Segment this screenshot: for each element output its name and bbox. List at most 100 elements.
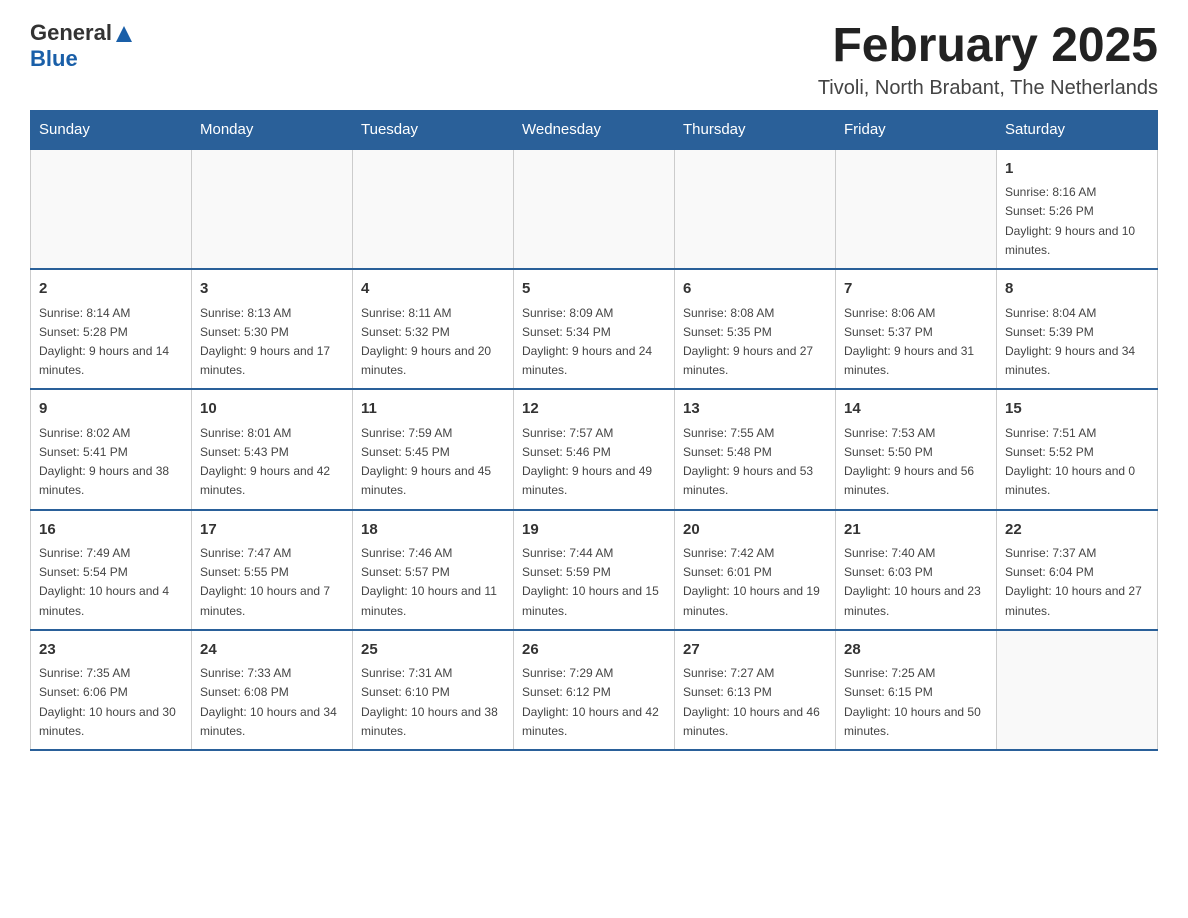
logo: General Blue — [30, 20, 134, 72]
day-number: 20 — [683, 519, 827, 542]
col-sunday: Sunday — [31, 110, 192, 149]
month-title: February 2025 — [818, 20, 1158, 73]
day-number: 12 — [522, 398, 666, 421]
day-number: 7 — [844, 278, 988, 301]
day-info: Sunrise: 7:29 AMSunset: 6:12 PMDaylight:… — [522, 664, 666, 741]
logo-text-blue: Blue — [30, 46, 78, 72]
table-row — [514, 149, 675, 269]
day-info: Sunrise: 7:55 AMSunset: 5:48 PMDaylight:… — [683, 424, 827, 501]
table-row — [675, 149, 836, 269]
table-row — [192, 149, 353, 269]
day-info: Sunrise: 7:37 AMSunset: 6:04 PMDaylight:… — [1005, 544, 1149, 621]
day-number: 3 — [200, 278, 344, 301]
calendar-week-row: 9 Sunrise: 8:02 AMSunset: 5:41 PMDaylight… — [31, 389, 1158, 509]
table-row: 15Sunrise: 7:51 AMSunset: 5:52 PMDayligh… — [997, 389, 1158, 509]
day-info: Sunrise: 7:42 AMSunset: 6:01 PMDaylight:… — [683, 544, 827, 621]
day-info: Sunrise: 8:06 AMSunset: 5:37 PMDaylight:… — [844, 304, 988, 381]
day-number: 24 — [200, 639, 344, 662]
col-tuesday: Tuesday — [353, 110, 514, 149]
location-subtitle: Tivoli, North Brabant, The Netherlands — [818, 77, 1158, 100]
day-number: 26 — [522, 639, 666, 662]
day-info: Sunrise: 7:35 AMSunset: 6:06 PMDaylight:… — [39, 664, 183, 741]
day-info: Sunrise: 7:46 AMSunset: 5:57 PMDaylight:… — [361, 544, 505, 621]
table-row — [31, 149, 192, 269]
table-row: 23Sunrise: 7:35 AMSunset: 6:06 PMDayligh… — [31, 630, 192, 750]
table-row: 22Sunrise: 7:37 AMSunset: 6:04 PMDayligh… — [997, 510, 1158, 630]
day-info: Sunrise: 7:57 AMSunset: 5:46 PMDaylight:… — [522, 424, 666, 501]
table-row: 20Sunrise: 7:42 AMSunset: 6:01 PMDayligh… — [675, 510, 836, 630]
col-thursday: Thursday — [675, 110, 836, 149]
calendar-week-row: 16Sunrise: 7:49 AMSunset: 5:54 PMDayligh… — [31, 510, 1158, 630]
table-row — [836, 149, 997, 269]
day-info: Sunrise: 8:16 AMSunset: 5:26 PMDaylight:… — [1005, 183, 1149, 260]
day-info: Sunrise: 7:59 AMSunset: 5:45 PMDaylight:… — [361, 424, 505, 501]
col-monday: Monday — [192, 110, 353, 149]
day-number: 11 — [361, 398, 505, 421]
calendar-header-row: Sunday Monday Tuesday Wednesday Thursday… — [31, 110, 1158, 149]
table-row — [353, 149, 514, 269]
day-number: 8 — [1005, 278, 1149, 301]
table-row: 1Sunrise: 8:16 AMSunset: 5:26 PMDaylight… — [997, 149, 1158, 269]
day-info: Sunrise: 7:47 AMSunset: 5:55 PMDaylight:… — [200, 544, 344, 621]
day-number: 18 — [361, 519, 505, 542]
table-row: 25Sunrise: 7:31 AMSunset: 6:10 PMDayligh… — [353, 630, 514, 750]
table-row: 4 Sunrise: 8:11 AMSunset: 5:32 PMDaylight… — [353, 269, 514, 389]
day-info: Sunrise: 8:01 AMSunset: 5:43 PMDaylight:… — [200, 424, 344, 501]
col-saturday: Saturday — [997, 110, 1158, 149]
day-info: Sunrise: 8:08 AMSunset: 5:35 PMDaylight:… — [683, 304, 827, 381]
day-number: 6 — [683, 278, 827, 301]
table-row: 19Sunrise: 7:44 AMSunset: 5:59 PMDayligh… — [514, 510, 675, 630]
day-number: 25 — [361, 639, 505, 662]
table-row: 2Sunrise: 8:14 AMSunset: 5:28 PMDaylight… — [31, 269, 192, 389]
day-number: 27 — [683, 639, 827, 662]
table-row: 24Sunrise: 7:33 AMSunset: 6:08 PMDayligh… — [192, 630, 353, 750]
col-friday: Friday — [836, 110, 997, 149]
table-row: 7 Sunrise: 8:06 AMSunset: 5:37 PMDaylight… — [836, 269, 997, 389]
day-number: 1 — [1005, 158, 1149, 181]
day-info: Sunrise: 8:04 AMSunset: 5:39 PMDaylight:… — [1005, 304, 1149, 381]
table-row: 18Sunrise: 7:46 AMSunset: 5:57 PMDayligh… — [353, 510, 514, 630]
table-row: 28Sunrise: 7:25 AMSunset: 6:15 PMDayligh… — [836, 630, 997, 750]
col-wednesday: Wednesday — [514, 110, 675, 149]
day-number: 14 — [844, 398, 988, 421]
day-number: 9 — [39, 398, 183, 421]
table-row: 27Sunrise: 7:27 AMSunset: 6:13 PMDayligh… — [675, 630, 836, 750]
day-info: Sunrise: 8:02 AMSunset: 5:41 PMDaylight:… — [39, 424, 183, 501]
table-row: 5 Sunrise: 8:09 AMSunset: 5:34 PMDaylight… — [514, 269, 675, 389]
day-number: 28 — [844, 639, 988, 662]
day-info: Sunrise: 8:09 AMSunset: 5:34 PMDaylight:… — [522, 304, 666, 381]
page-header: General Blue February 2025 Tivoli, North… — [30, 20, 1158, 100]
table-row: 10 Sunrise: 8:01 AMSunset: 5:43 PMDayligh… — [192, 389, 353, 509]
calendar-week-row: 23Sunrise: 7:35 AMSunset: 6:06 PMDayligh… — [31, 630, 1158, 750]
day-info: Sunrise: 7:49 AMSunset: 5:54 PMDaylight:… — [39, 544, 183, 621]
day-info: Sunrise: 8:13 AMSunset: 5:30 PMDaylight:… — [200, 304, 344, 381]
table-row: 8 Sunrise: 8:04 AMSunset: 5:39 PMDaylight… — [997, 269, 1158, 389]
table-row: 12 Sunrise: 7:57 AMSunset: 5:46 PMDayligh… — [514, 389, 675, 509]
day-number: 10 — [200, 398, 344, 421]
day-info: Sunrise: 8:14 AMSunset: 5:28 PMDaylight:… — [39, 304, 183, 381]
day-number: 16 — [39, 519, 183, 542]
day-number: 13 — [683, 398, 827, 421]
day-number: 4 — [361, 278, 505, 301]
day-info: Sunrise: 7:40 AMSunset: 6:03 PMDaylight:… — [844, 544, 988, 621]
day-info: Sunrise: 7:33 AMSunset: 6:08 PMDaylight:… — [200, 664, 344, 741]
day-info: Sunrise: 7:53 AMSunset: 5:50 PMDaylight:… — [844, 424, 988, 501]
table-row: 17Sunrise: 7:47 AMSunset: 5:55 PMDayligh… — [192, 510, 353, 630]
day-info: Sunrise: 7:25 AMSunset: 6:15 PMDaylight:… — [844, 664, 988, 741]
day-info: Sunrise: 8:11 AMSunset: 5:32 PMDaylight:… — [361, 304, 505, 381]
day-number: 19 — [522, 519, 666, 542]
table-row: 21Sunrise: 7:40 AMSunset: 6:03 PMDayligh… — [836, 510, 997, 630]
day-number: 23 — [39, 639, 183, 662]
day-number: 5 — [522, 278, 666, 301]
logo-icon — [112, 22, 134, 44]
logo-text-general: General — [30, 20, 112, 46]
table-row: 14 Sunrise: 7:53 AMSunset: 5:50 PMDayligh… — [836, 389, 997, 509]
day-number: 22 — [1005, 519, 1149, 542]
day-info: Sunrise: 7:31 AMSunset: 6:10 PMDaylight:… — [361, 664, 505, 741]
table-row: 9 Sunrise: 8:02 AMSunset: 5:41 PMDaylight… — [31, 389, 192, 509]
table-row: 11 Sunrise: 7:59 AMSunset: 5:45 PMDayligh… — [353, 389, 514, 509]
calendar-week-row: 1Sunrise: 8:16 AMSunset: 5:26 PMDaylight… — [31, 149, 1158, 269]
day-number: 15 — [1005, 398, 1149, 421]
table-row — [997, 630, 1158, 750]
calendar-table: Sunday Monday Tuesday Wednesday Thursday… — [30, 110, 1158, 751]
